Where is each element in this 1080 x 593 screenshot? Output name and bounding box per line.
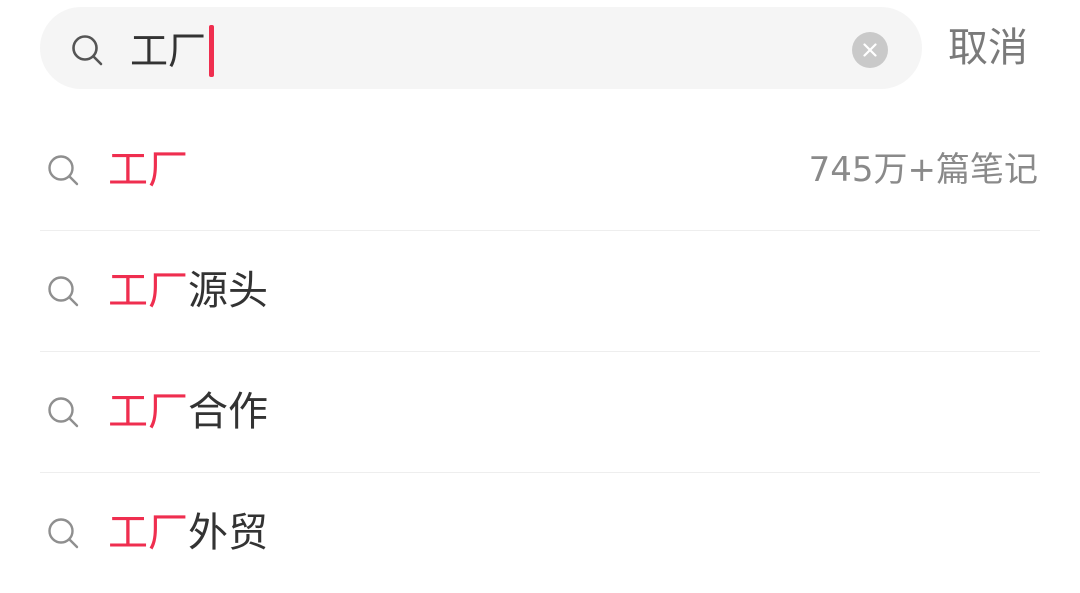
search-icon [48, 276, 79, 307]
cancel-button[interactable]: 取消 [948, 20, 1028, 76]
suggestion-item[interactable]: 工厂外贸 [40, 473, 1040, 593]
search-icon [48, 155, 79, 186]
suggestion-text: 工厂 [108, 142, 188, 198]
search-icon [48, 397, 79, 428]
search-input[interactable]: 工厂 [130, 24, 215, 77]
search-query-text: 工厂 [130, 29, 207, 73]
close-icon [863, 43, 877, 57]
suggestion-rest: 源头 [188, 268, 268, 314]
search-bar[interactable]: 工厂 [40, 7, 922, 89]
suggestion-item[interactable]: 工厂源头 [40, 231, 1040, 352]
suggestion-list: 工厂 745万+篇笔记 工厂源头 工厂合作 工厂外贸 [0, 110, 1080, 593]
search-icon [48, 518, 79, 549]
suggestion-item[interactable]: 工厂合作 [40, 352, 1040, 473]
search-header: 工厂 取消 [0, 0, 1080, 96]
suggestion-rest: 合作 [188, 389, 268, 435]
suggestion-text: 工厂源头 [108, 263, 268, 319]
search-icon [72, 35, 103, 66]
suggestion-highlight: 工厂 [108, 510, 188, 556]
clear-search-button[interactable] [852, 32, 888, 68]
suggestion-item[interactable]: 工厂 745万+篇笔记 [40, 110, 1040, 231]
text-caret [209, 24, 215, 77]
suggestion-text: 工厂外贸 [108, 505, 268, 561]
suggestion-rest: 外贸 [188, 510, 268, 556]
suggestion-highlight: 工厂 [108, 389, 188, 435]
suggestion-highlight: 工厂 [108, 268, 188, 314]
suggestion-text: 工厂合作 [108, 384, 268, 440]
note-count: 745万+篇笔记 [808, 150, 1038, 190]
suggestion-highlight: 工厂 [108, 147, 188, 193]
